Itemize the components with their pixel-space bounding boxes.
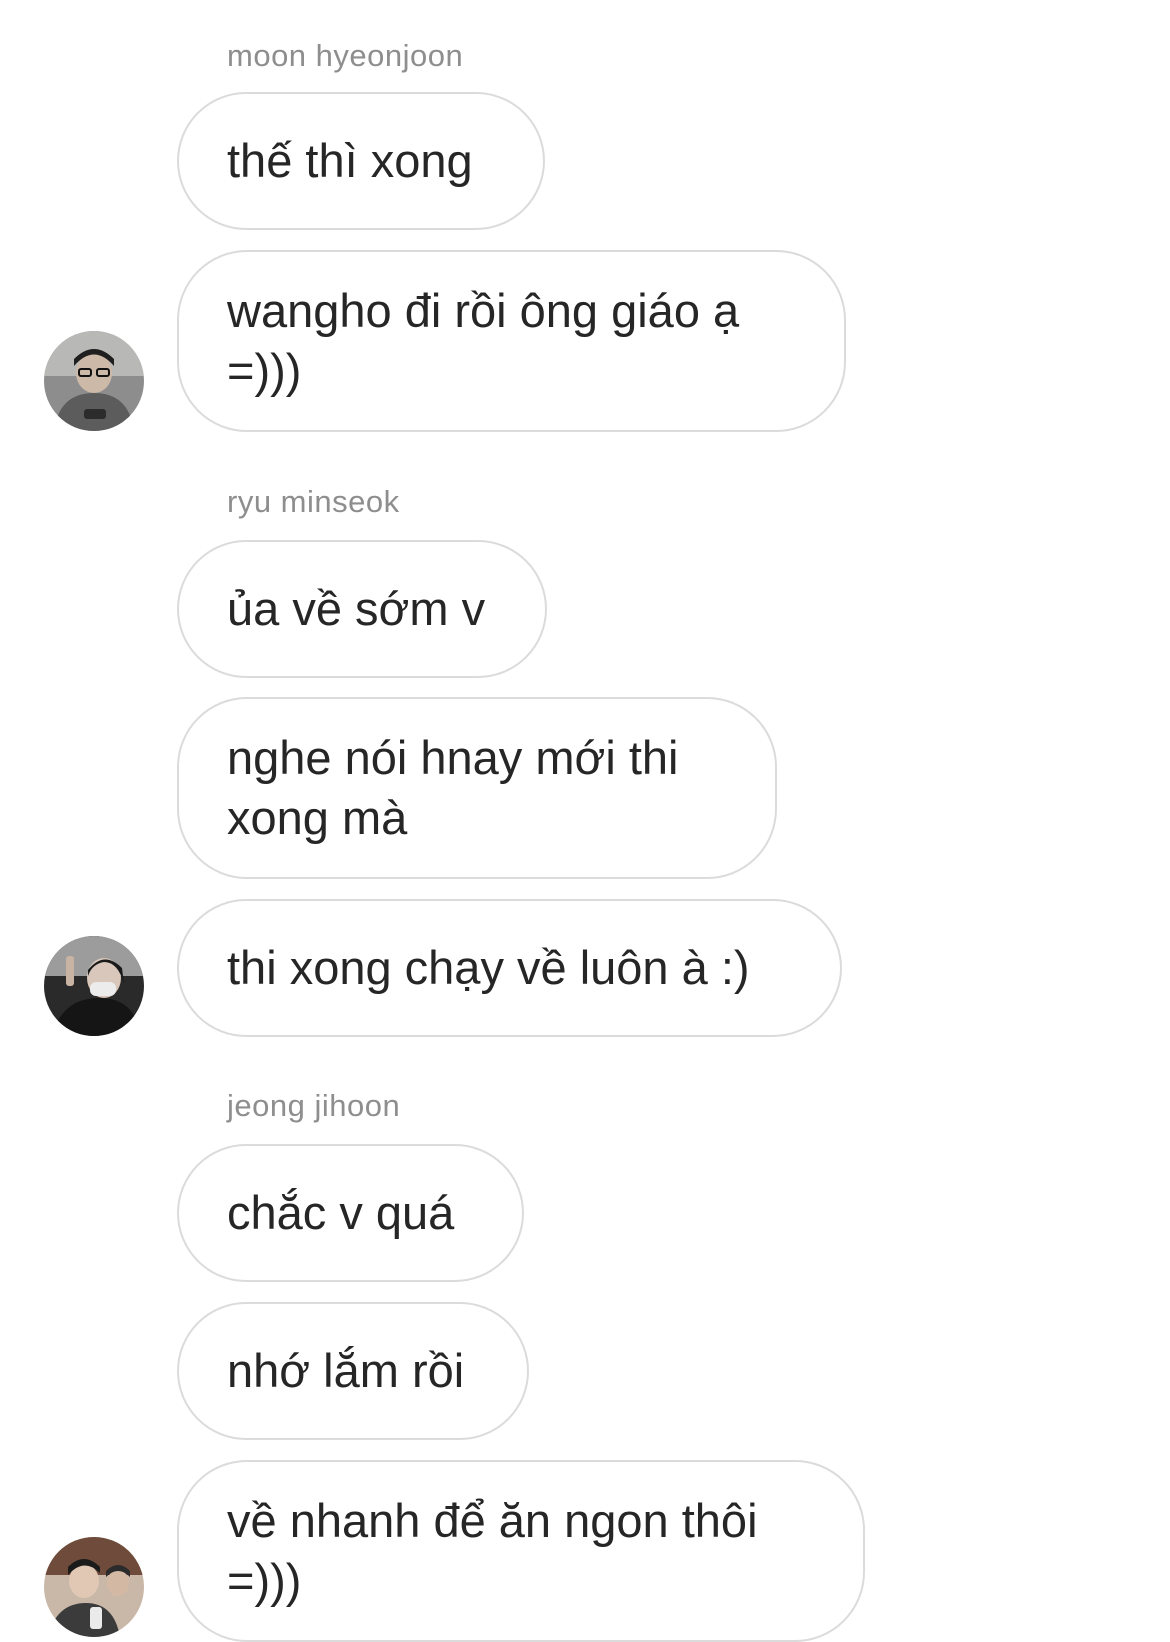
message-text: nhớ lắm rồi: [227, 1344, 465, 1397]
message-bubble[interactable]: chắc v quá: [177, 1144, 524, 1282]
message-text: về nhanh để ăn ngon thôi =))): [227, 1494, 758, 1607]
message-bubble[interactable]: thế thì xong: [177, 92, 545, 230]
sender-name: ryu minseok: [227, 484, 400, 519]
message-text: nghe nói hnay mới thi xong mà: [227, 731, 679, 844]
avatar[interactable]: [44, 1537, 144, 1637]
message-bubble[interactable]: thi xong chạy về luôn à :): [177, 899, 842, 1037]
sender-name: jeong jihoon: [227, 1088, 401, 1123]
message-bubble[interactable]: wangho đi rồi ông giáo ạ =))): [177, 250, 846, 432]
avatar-photo-icon: [44, 331, 144, 431]
sender-name: moon hyeonjoon: [227, 38, 464, 73]
avatar[interactable]: [44, 331, 144, 431]
message-text: thế thì xong: [227, 134, 473, 187]
avatar-photo-icon: [44, 936, 144, 1036]
message-text: ủa về sớm v: [227, 582, 486, 635]
message-text: wangho đi rồi ông giáo ạ =))): [227, 284, 740, 397]
message-bubble[interactable]: ủa về sớm v: [177, 540, 547, 678]
message-text: thi xong chạy về luôn à :): [227, 941, 750, 994]
message-bubble[interactable]: về nhanh để ăn ngon thôi =))): [177, 1460, 865, 1642]
message-bubble[interactable]: nghe nói hnay mới thi xong mà: [177, 697, 777, 879]
message-text: chắc v quá: [227, 1186, 455, 1239]
message-bubble[interactable]: nhớ lắm rồi: [177, 1302, 529, 1440]
avatar-photo-icon: [44, 1537, 144, 1637]
avatar[interactable]: [44, 936, 144, 1036]
